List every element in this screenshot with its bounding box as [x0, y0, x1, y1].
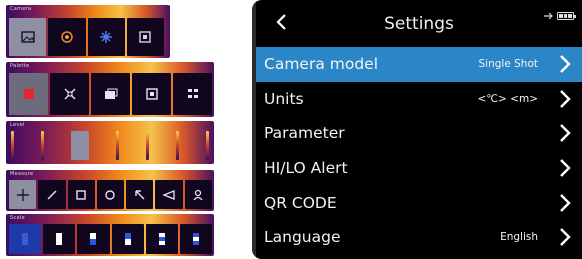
- gallery-icon: [104, 88, 117, 99]
- arrow-tool-button[interactable]: [126, 180, 154, 209]
- level-bar: [116, 131, 119, 160]
- chevron-right-icon: [560, 228, 571, 247]
- scale-a-button[interactable]: [9, 224, 42, 254]
- strip-label: Scale: [10, 215, 25, 221]
- grid-icon: [145, 88, 158, 100]
- page-title: Settings: [384, 14, 454, 34]
- settings-item-label: Units: [264, 89, 304, 108]
- settings-item-label: Camera model: [264, 55, 379, 74]
- level-bar: [176, 131, 179, 160]
- chevron-right-icon: [560, 193, 571, 212]
- settings-list: Camera model Single Shot Units <℃> <m> P…: [256, 47, 582, 255]
- scale-d-icon: [124, 233, 131, 245]
- rect-tool-button[interactable]: [67, 180, 95, 209]
- hotspot-tool-button[interactable]: [48, 18, 86, 56]
- hotspot-icon: [61, 31, 73, 43]
- crop-tool-button[interactable]: [50, 73, 89, 115]
- battery-icon: [557, 12, 576, 20]
- usb-icon: [544, 12, 553, 20]
- chevron-right-icon: [560, 90, 571, 108]
- strip-label: Measure: [10, 171, 34, 177]
- settings-item-value: Single Shot: [478, 58, 538, 71]
- snowflake-tool-button[interactable]: [87, 18, 125, 56]
- settings-item-units[interactable]: Units <℃> <m>: [256, 82, 582, 117]
- gallery-tool-button[interactable]: [91, 73, 130, 115]
- frame-tool-button[interactable]: [126, 18, 164, 56]
- settings-item-language[interactable]: Language English: [256, 220, 582, 255]
- status-bar: [543, 12, 576, 20]
- strip-label: Palette: [10, 63, 30, 69]
- person-icon: [193, 189, 203, 200]
- line-tool-button[interactable]: [38, 180, 66, 209]
- thermal-toolbar-strip-palette: Palette: [6, 62, 214, 117]
- chevron-right-icon: [560, 124, 571, 143]
- settings-screen: Settings Camera model Single Shot Units …: [256, 0, 582, 259]
- image-icon: [20, 31, 35, 43]
- scale-e-icon: [158, 233, 165, 245]
- level-bar: [71, 131, 89, 160]
- image-tool-button[interactable]: [9, 18, 47, 56]
- zoom-tool-button[interactable]: [155, 180, 183, 209]
- crop-icon: [64, 88, 75, 100]
- settings-item-value: English: [500, 231, 538, 244]
- grid-tool-button[interactable]: [132, 73, 171, 115]
- scale-b-icon: [56, 233, 63, 245]
- strip-label: Level: [10, 122, 25, 128]
- level-bar: [11, 131, 14, 160]
- scale-f-button[interactable]: [179, 224, 213, 254]
- dots-icon: [187, 89, 198, 98]
- scale-c-icon: [90, 233, 97, 245]
- thermal-toolbar-strip-scale: Scale: [6, 214, 214, 256]
- settings-item-camera-model[interactable]: Camera model Single Shot: [256, 47, 582, 82]
- thermal-level-strip: Level: [6, 121, 214, 164]
- zoom-icon: [162, 189, 175, 200]
- settings-item-hi-lo-alert[interactable]: HI/LO Alert: [256, 151, 582, 186]
- level-bar: [206, 131, 209, 160]
- device-screen: Settings Camera model Single Shot Units …: [252, 0, 582, 259]
- dots-tool-button[interactable]: [173, 73, 212, 115]
- arrow-icon: [135, 189, 145, 199]
- circle-tool-button[interactable]: [96, 180, 125, 209]
- rect-icon: [76, 189, 86, 200]
- scale-b-button[interactable]: [43, 224, 76, 254]
- level-bar: [146, 131, 149, 160]
- person-tool-button[interactable]: [184, 180, 212, 209]
- crosshair-tool-button[interactable]: [9, 180, 37, 209]
- settings-item-qr-code[interactable]: QR CODE: [256, 185, 582, 220]
- thermal-toolbar-strip-measure: Measure: [6, 170, 214, 211]
- settings-item-label: Parameter: [264, 124, 345, 143]
- settings-item-parameter[interactable]: Parameter: [256, 116, 582, 151]
- strip-label: Camera: [10, 6, 32, 12]
- scale-e-button[interactable]: [145, 224, 178, 254]
- settings-item-label: HI/LO Alert: [264, 159, 348, 178]
- crosshair-icon: [16, 188, 29, 201]
- scale-d-button[interactable]: [111, 224, 144, 254]
- settings-item-label: Language: [264, 228, 341, 247]
- frame-icon: [139, 31, 152, 43]
- square-icon: [23, 89, 34, 99]
- thermal-toolbar-strip-camera: Camera: [6, 5, 170, 58]
- scale-c-button[interactable]: [77, 224, 110, 254]
- settings-item-value: <℃> <m>: [477, 92, 538, 105]
- chevron-right-icon: [560, 55, 571, 74]
- line-icon: [47, 190, 57, 199]
- circle-icon: [105, 189, 116, 200]
- settings-header: Settings: [256, 0, 582, 44]
- snowflake-icon: [100, 31, 113, 43]
- chevron-right-icon: [560, 159, 571, 177]
- level-bar: [41, 131, 44, 160]
- square-tool-button[interactable]: [9, 73, 48, 115]
- settings-item-label: QR CODE: [264, 193, 337, 212]
- scale-f-icon: [192, 233, 199, 245]
- scale-a-icon: [22, 233, 29, 245]
